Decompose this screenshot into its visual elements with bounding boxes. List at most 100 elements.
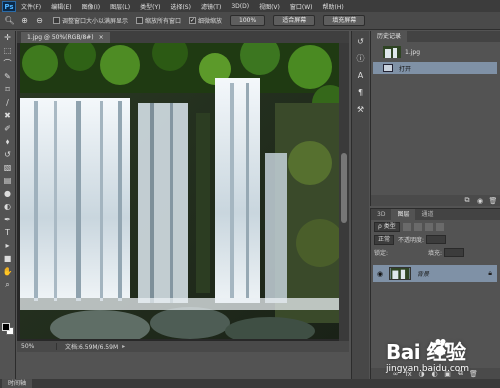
filter-type-icon[interactable]	[424, 222, 433, 231]
fit-screen-button[interactable]: 适合屏幕	[273, 15, 316, 26]
eye-icon[interactable]: ◉	[375, 270, 385, 278]
lasso-icon[interactable]: ⌒	[1, 58, 15, 70]
menu-select[interactable]: 选择(S)	[165, 2, 196, 11]
eraser-icon[interactable]: ▧	[1, 162, 15, 174]
history-state-open[interactable]: 打开	[373, 62, 497, 74]
layer-row-background[interactable]: ◉ 背景 🔒︎	[373, 265, 497, 282]
open-document-icon	[383, 64, 393, 72]
hand-icon[interactable]: ✋	[1, 266, 15, 278]
menu-view[interactable]: 视图(V)	[254, 2, 285, 11]
actual-pixels-button[interactable]: 100%	[230, 15, 266, 26]
resize-windows-checkbox[interactable]	[53, 17, 60, 24]
history-brush-icon[interactable]: ↺	[1, 149, 15, 161]
scrollbar-thumb[interactable]	[341, 153, 347, 223]
zoom-tool-icon[interactable]: 🔍︎	[4, 15, 15, 26]
menu-file[interactable]: 文件(F)	[16, 2, 46, 11]
document-canvas-area[interactable]	[17, 43, 349, 341]
scrubby-zoom-option[interactable]: ✓ 细微缩放	[189, 16, 222, 25]
move-icon[interactable]: ✛	[1, 32, 15, 44]
quick-select-icon[interactable]: ✎	[1, 71, 15, 83]
pen-icon[interactable]: ✒	[1, 214, 15, 226]
lock-icon: 🔒︎	[488, 269, 492, 277]
document-tab-title: 1.jpg @ 50%(RGB/8#)	[27, 34, 94, 41]
tab-timeline[interactable]: 时间轴	[2, 379, 33, 388]
path-select-icon[interactable]: ▸	[1, 240, 15, 252]
document-size: 文档:6.59M/6.59M	[65, 344, 119, 351]
history-panel: 历史记录 1.jpg 打开 ⧉ ◉ 🗑︎	[370, 31, 500, 206]
tab-channels[interactable]: 通道	[415, 209, 439, 220]
tools-preset-icon[interactable]: ⚒	[353, 103, 369, 116]
type-icon[interactable]: T	[1, 227, 15, 239]
healing-brush-icon[interactable]: ✖	[1, 110, 15, 122]
opacity-field[interactable]	[426, 235, 447, 244]
menu-type[interactable]: 类型(Y)	[135, 2, 165, 11]
tab-history[interactable]: 历史记录	[371, 31, 408, 42]
tools-panel: ✛ ⬚ ⌒ ✎ ⌑ ∕ ✖ ✐ ⬧ ↺ ▧ ▤ ● ◐ ✒ T ▸ ■ ✋ ⌕	[0, 31, 16, 379]
options-bar: 🔍︎ ⊕ ⊖ 调整窗口大小以满屏显示 缩放所有窗口 ✓ 细微缩放 100% 适合…	[0, 12, 500, 30]
waterfall-photo[interactable]	[20, 43, 340, 339]
history-snapshot[interactable]: 1.jpg	[373, 45, 499, 59]
zoom-all-checkbox[interactable]	[136, 17, 144, 24]
rectangle-shape-icon[interactable]: ■	[1, 253, 15, 265]
menu-bar: Ps 文件(F) 编辑(E) 图像(I) 图层(L) 类型(Y) 选择(S) 滤…	[0, 0, 500, 12]
menu-filter[interactable]: 滤镜(T)	[196, 2, 226, 11]
blend-mode-select[interactable]: 正常	[374, 234, 395, 245]
menu-3d[interactable]: 3D(D)	[226, 3, 254, 10]
zoom-out-icon[interactable]: ⊖	[34, 15, 45, 26]
marquee-icon[interactable]: ⬚	[1, 45, 15, 57]
gradient-icon[interactable]: ▤	[1, 175, 15, 187]
paragraph-icon[interactable]: ¶	[353, 86, 369, 99]
menu-help[interactable]: 帮助(H)	[318, 2, 349, 11]
menu-edit[interactable]: 编辑(E)	[46, 2, 76, 11]
vertical-scrollbar[interactable]	[339, 43, 349, 341]
document-status-bar: 50% 文档:6.59M/6.59M ▸	[17, 341, 349, 352]
tab-layers[interactable]: 图层	[391, 209, 416, 220]
watermark-brand: Bai 经验	[386, 340, 466, 364]
camera-snapshot-icon[interactable]: ◉	[475, 197, 485, 205]
lock-fill-row: 锁定: 填充:	[371, 246, 500, 259]
zoom-icon[interactable]: ⌕	[1, 279, 15, 291]
blur-icon[interactable]: ●	[1, 188, 15, 200]
layer-thumbnail	[389, 267, 411, 280]
trash-icon[interactable]: 🗑︎	[488, 197, 498, 205]
foreground-color-swatch[interactable]	[2, 323, 10, 331]
photoshop-logo: Ps	[2, 0, 16, 12]
filter-adjustment-icon[interactable]	[413, 222, 422, 231]
menu-layer[interactable]: 图层(L)	[105, 2, 135, 11]
layers-panel-tabs: 3D 图层 通道	[371, 209, 500, 220]
document-tab[interactable]: 1.jpg @ 50%(RGB/8#) ×	[21, 32, 110, 43]
zoom-level[interactable]: 50%	[17, 343, 57, 350]
tab-3d[interactable]: 3D	[371, 209, 391, 220]
history-panel-footer: ⧉ ◉ 🗑︎	[371, 195, 500, 206]
snapshot-thumbnail	[383, 46, 401, 58]
eyedropper-icon[interactable]: ∕	[1, 97, 15, 109]
brush-icon[interactable]: ✐	[1, 123, 15, 135]
fill-screen-button[interactable]: 填充屏幕	[323, 15, 366, 26]
history-state-label: 打开	[399, 65, 412, 73]
close-icon[interactable]: ×	[99, 34, 104, 41]
menu-window[interactable]: 窗口(W)	[285, 2, 318, 11]
zoom-in-icon[interactable]: ⊕	[19, 15, 30, 26]
resize-windows-label: 调整窗口大小以满屏显示	[62, 18, 129, 25]
history-icon[interactable]: ↺	[353, 35, 369, 48]
crop-icon[interactable]: ⌑	[1, 84, 15, 96]
layer-filter-kind-select[interactable]: ρ 类型	[374, 221, 400, 232]
layer-name[interactable]: 背景	[417, 269, 429, 278]
dodge-icon[interactable]: ◐	[1, 201, 15, 213]
status-menu-arrow-icon[interactable]: ▸	[122, 343, 125, 350]
new-document-from-state-icon[interactable]: ⧉	[462, 196, 472, 205]
resize-windows-option[interactable]: 调整窗口大小以满屏显示	[53, 16, 128, 25]
scrubby-zoom-checkbox[interactable]: ✓	[189, 17, 197, 24]
menu-image[interactable]: 图像(I)	[77, 2, 105, 11]
blend-opacity-row: 正常 不透明度:	[371, 233, 500, 246]
filter-shape-icon[interactable]	[435, 222, 444, 231]
character-icon[interactable]: A	[353, 69, 369, 82]
baidu-jingyan-watermark: Bai 经验 jingyan.baidu.com	[386, 336, 496, 380]
zoom-all-option[interactable]: 缩放所有窗口	[136, 16, 181, 25]
info-icon[interactable]: ⓘ	[353, 52, 369, 65]
baidu-paw-logo	[431, 339, 450, 356]
document-tab-bar: 1.jpg @ 50%(RGB/8#) ×	[17, 31, 349, 43]
fill-field[interactable]	[444, 248, 465, 257]
filter-pixel-icon[interactable]	[402, 222, 411, 231]
clone-stamp-icon[interactable]: ⬧	[1, 136, 15, 148]
